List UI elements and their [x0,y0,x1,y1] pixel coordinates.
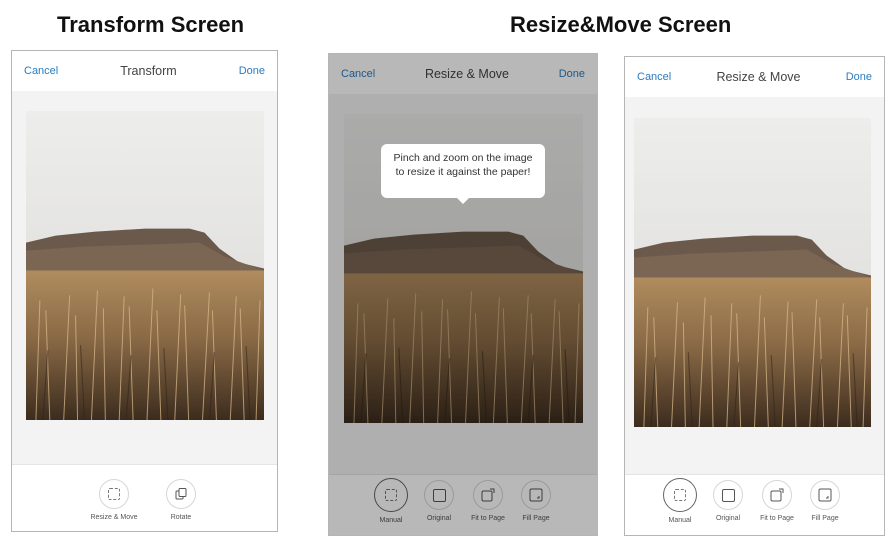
screen-title: Resize & Move [424,67,509,81]
cancel-button[interactable]: Cancel [637,71,671,83]
done-button[interactable]: Done [559,68,585,80]
fit-to-page-icon [762,480,792,510]
nav-bar: Cancel Resize & Move Done [329,54,597,94]
resize-move-screen: Cancel Resize & Move Done Manual Origina… [624,56,885,536]
tool-label: Original [426,515,452,522]
screen-title: Resize & Move [716,70,801,84]
landscape-photo[interactable] [26,111,264,420]
transform-screen: Cancel Transform Done Resize & Move Rota… [11,50,278,532]
tool-label: Fit to Page [471,515,505,522]
rotate-icon [166,479,196,509]
manual-icon [374,478,408,512]
tool-label: Fill Page [522,515,550,522]
resize-move-icon [99,479,129,509]
manual-icon [663,478,697,512]
tool-label: Fill Page [811,515,839,522]
tooltip-line: Pinch and zoom on the image [393,152,533,164]
tool-label: Fit to Page [760,515,794,522]
fill-page-tool[interactable]: Fill Page [790,480,860,522]
fill-page-icon [521,480,551,510]
tool-bar: Manual Original Fit to Page Fill Page [625,474,884,535]
nav-bar: Cancel Resize & Move Done [625,57,884,97]
heading-resize-move-screen: Resize&Move Screen [510,12,732,37]
nav-bar: Cancel Transform Done [12,51,277,91]
fill-page-tool[interactable]: Fill Page [501,480,571,522]
tool-label: Manual [379,517,403,524]
tool-label: Resize & Move [90,514,138,521]
resize-move-screen-tooltip: Cancel Resize & Move Done Manual Origina… [328,53,598,536]
heading-transform-screen: Transform Screen [57,12,245,37]
paper-canvas [12,91,277,465]
fit-to-page-icon [473,480,503,510]
screen-title: Transform [120,64,177,78]
resize-move-tool[interactable]: Resize & Move [79,479,149,521]
paper-canvas [625,97,884,475]
tool-bar: Resize & Move Rotate [12,464,277,531]
original-icon [424,480,454,510]
cancel-button[interactable]: Cancel [341,68,375,80]
tool-label: Rotate [170,514,192,521]
tool-bar: Manual Original Fit to Page Fill Page [329,474,597,535]
original-icon [713,480,743,510]
tool-label: Manual [668,517,692,524]
landscape-photo[interactable] [634,118,871,427]
rotate-tool[interactable]: Rotate [146,479,216,521]
tool-label: Original [715,515,741,522]
done-button[interactable]: Done [846,71,872,83]
pinch-zoom-tooltip: Pinch and zoom on the image to resize it… [381,144,545,204]
cancel-button[interactable]: Cancel [24,65,58,77]
tooltip-line: to resize it against the paper! [395,166,531,178]
done-button[interactable]: Done [239,65,265,77]
fill-page-icon [810,480,840,510]
